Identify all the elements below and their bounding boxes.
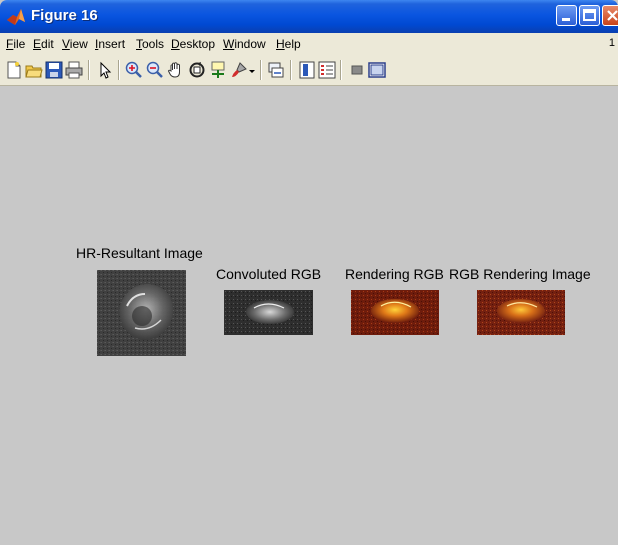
toolbar-separator — [340, 60, 342, 80]
rendering-rgb-image — [351, 290, 439, 335]
brush-icon[interactable] — [230, 61, 248, 79]
close-button[interactable] — [602, 5, 618, 26]
brush-dropdown-icon[interactable] — [248, 61, 256, 79]
figure-window: Figure 16 File Edit View Insert Tools De… — [0, 0, 618, 545]
menu-view[interactable]: View — [62, 37, 88, 51]
title-bar[interactable]: Figure 16 — [0, 0, 618, 33]
menu-file-label: ile — [13, 37, 26, 51]
menu-help[interactable]: Help — [276, 37, 301, 51]
figure-toolbar — [0, 55, 618, 86]
panel-title-rgb-rendering-image: RGB Rendering Image — [449, 266, 591, 282]
pan-hand-icon[interactable] — [167, 61, 185, 79]
minimize-button[interactable] — [556, 5, 577, 26]
matlab-logo-icon — [7, 9, 25, 25]
toolbar-separator — [290, 60, 292, 80]
menu-desktop-accesskey: D — [171, 37, 180, 51]
menu-bar: File Edit View Insert Tools Desktop Wind… — [0, 33, 618, 55]
menu-file[interactable]: File — [6, 37, 25, 51]
print-icon[interactable] — [65, 61, 83, 79]
menu-insert-label: nsert — [98, 37, 126, 51]
menu-tools-label: ools — [142, 37, 165, 51]
colorbar-icon[interactable] — [298, 61, 316, 79]
menu-desktop[interactable]: Desktop — [171, 37, 215, 51]
panel-title-convoluted-rgb: Convoluted RGB — [216, 266, 322, 282]
menu-view-accesskey: V — [62, 37, 70, 51]
legend-icon[interactable] — [318, 61, 336, 79]
menu-window-accesskey: W — [223, 37, 235, 51]
pointer-icon[interactable] — [96, 61, 114, 79]
rgb-rendering-image-graphic — [477, 290, 565, 335]
menu-view-label: iew — [69, 37, 88, 51]
maximize-button[interactable] — [579, 5, 600, 26]
toolbar-separator — [118, 60, 120, 80]
menu-help-label: elp — [284, 37, 301, 51]
menu-tools[interactable]: Tools — [136, 37, 164, 51]
menu-corner-text: 1 — [608, 37, 615, 49]
toolbar-separator — [260, 60, 262, 80]
hr-resultant-image — [97, 270, 186, 356]
convoluted-rgb-image-graphic — [224, 290, 313, 335]
panel-title-hr-resultant: HR-Resultant Image — [76, 245, 203, 261]
minimize-icon — [562, 18, 570, 21]
rendering-rgb-image-graphic — [351, 290, 439, 335]
zoom-out-icon[interactable] — [146, 61, 164, 79]
convoluted-rgb-image — [224, 290, 313, 335]
menu-insert[interactable]: Insert — [95, 37, 125, 51]
menu-window-label: indow — [234, 37, 266, 51]
hide-plot-tools-icon[interactable] — [348, 61, 366, 79]
rotate-3d-icon[interactable] — [188, 61, 206, 79]
hr-resultant-image-graphic — [97, 270, 186, 356]
menu-desktop-label: esktop — [179, 37, 216, 51]
zoom-in-icon[interactable] — [125, 61, 143, 79]
show-plot-tools-icon[interactable] — [368, 61, 386, 79]
open-file-icon[interactable] — [25, 61, 43, 79]
link-plot-icon[interactable] — [267, 61, 285, 79]
maximize-icon — [583, 9, 596, 21]
menu-window[interactable]: Window — [223, 37, 266, 51]
window-title: Figure 16 — [31, 7, 98, 24]
menu-edit[interactable]: Edit — [33, 37, 54, 51]
data-cursor-icon[interactable] — [209, 61, 227, 79]
menu-edit-accesskey: E — [33, 37, 42, 51]
rgb-rendering-image — [477, 290, 565, 335]
save-icon[interactable] — [45, 61, 63, 79]
new-figure-icon[interactable] — [5, 61, 23, 79]
menu-help-accesskey: H — [276, 37, 285, 51]
toolbar-separator — [88, 60, 90, 80]
menu-edit-label: dit — [41, 37, 54, 51]
close-icon — [607, 10, 618, 21]
panel-title-rendering-rgb: Rendering RGB — [345, 266, 444, 282]
